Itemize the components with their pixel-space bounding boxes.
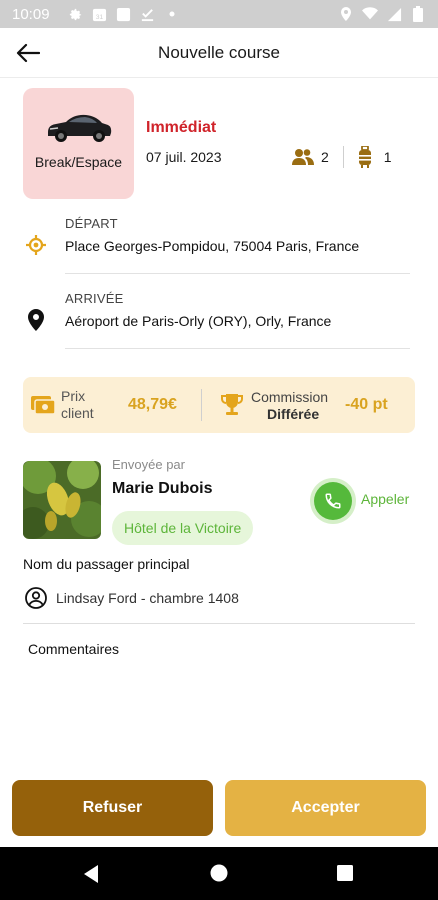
departure-divider [65, 273, 410, 274]
pricing-banner: Prix client 48,79€ Commission Différée -… [23, 377, 415, 433]
nav-home-icon[interactable] [210, 864, 228, 882]
capacity-info: 2 1 [292, 146, 392, 168]
battery-icon [410, 6, 426, 22]
sender-name: Marie Dubois [112, 480, 213, 497]
status-time: 10:09 [12, 5, 50, 23]
page-title: Nouvelle course [158, 42, 280, 62]
call-label[interactable]: Appeler [361, 491, 409, 507]
svg-text:31: 31 [96, 14, 104, 21]
arrival-block: ARRIVÉE Aéroport de Paris-Orly (ORY), Or… [23, 291, 415, 351]
gps-target-icon [23, 232, 49, 258]
departure-block: DÉPART Place Georges-Pompidou, 75004 Par… [23, 216, 415, 276]
departure-address: Place Georges-Pompidou, 75004 Paris, Fra… [65, 238, 360, 254]
call-button[interactable] [314, 482, 352, 520]
accept-button[interactable]: Accepter [225, 780, 426, 836]
wifi-icon [362, 6, 378, 22]
nav-back-icon[interactable] [82, 864, 100, 884]
passengers-icon [292, 149, 314, 165]
price-label-line2: client [61, 405, 94, 421]
arrival-divider [65, 348, 410, 349]
comments-title: Commentaires [28, 641, 120, 657]
car-icon [47, 114, 111, 142]
section-divider [23, 623, 415, 624]
money-icon [31, 396, 55, 415]
client-price: 48,79€ [128, 396, 177, 413]
main-passenger-name: Lindsay Ford - chambre 1408 [56, 590, 239, 606]
map-pin-icon [23, 307, 49, 333]
calendar-icon: 31 [92, 6, 108, 22]
departure-label: DÉPART [65, 216, 118, 231]
square-icon [116, 6, 132, 22]
commission-label: Commission [251, 389, 329, 405]
location-icon [338, 6, 354, 22]
arrow-left-icon [16, 43, 40, 63]
gear-icon [68, 6, 84, 22]
refuse-button[interactable]: Refuser [12, 780, 213, 836]
sent-by-label: Envoyée par [112, 457, 185, 472]
price-label-line1: Prix [61, 388, 86, 404]
user-circle-icon [25, 587, 47, 609]
signal-icon [386, 6, 402, 22]
system-nav-bar [0, 847, 438, 900]
sender-avatar [23, 461, 101, 539]
hotel-badge: Hôtel de la Victoire [112, 511, 254, 545]
back-button[interactable] [14, 40, 42, 66]
luggage-icon [358, 146, 371, 168]
phone-icon [325, 493, 341, 509]
app-header: Nouvelle course [0, 28, 438, 78]
arrival-label: ARRIVÉE [65, 291, 124, 306]
dot-icon [164, 6, 180, 22]
main-passenger-title: Nom du passager principal [23, 556, 190, 572]
vehicle-card: Break/Espace [23, 88, 134, 199]
ride-date: 07 juil. 2023 [146, 149, 222, 165]
ride-timing: Immédiat [146, 119, 217, 136]
vehicle-type-label: Break/Espace [34, 154, 123, 170]
nav-recents-icon[interactable] [337, 865, 353, 881]
capacity-divider [342, 146, 344, 168]
commission-type: Différée [267, 406, 320, 422]
status-bar: 10:09 31 [0, 0, 438, 28]
arrival-address: Aéroport de Paris-Orly (ORY), Orly, Fran… [65, 313, 332, 329]
pricing-divider [201, 389, 202, 421]
trophy-icon [221, 394, 243, 415]
download-done-icon [140, 6, 156, 22]
commission-value: -40 pt [345, 396, 388, 413]
passenger-count: 2 [321, 149, 329, 165]
luggage-count: 1 [383, 149, 392, 165]
